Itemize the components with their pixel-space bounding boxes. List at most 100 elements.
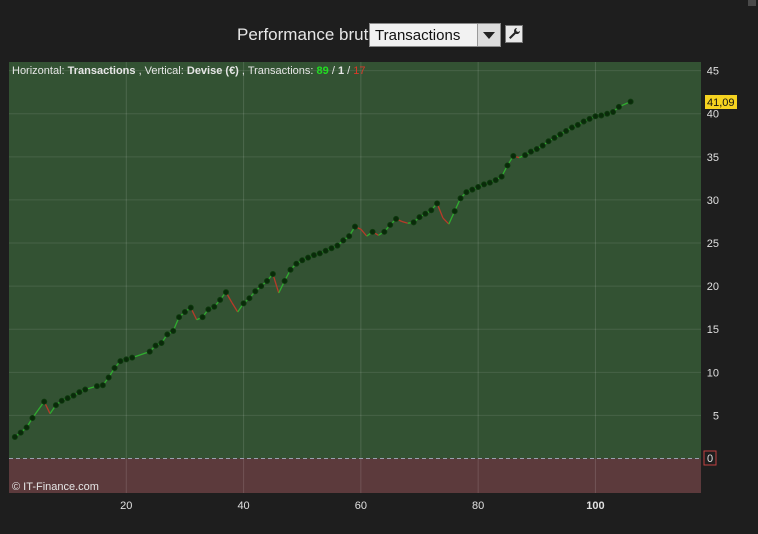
data-point — [416, 214, 423, 221]
transactions-label: , Transactions: — [242, 65, 314, 77]
data-point — [481, 181, 488, 188]
x-tick-label: 20 — [120, 500, 132, 512]
data-point — [492, 177, 499, 184]
data-point — [287, 266, 294, 273]
x-tick-label: 60 — [355, 500, 367, 512]
data-point — [316, 250, 323, 257]
data-point — [269, 271, 276, 278]
data-point — [111, 365, 118, 372]
data-point — [340, 237, 347, 244]
data-point — [305, 254, 312, 261]
data-point — [539, 142, 546, 149]
data-point — [299, 257, 306, 264]
y-tick-label: 35 — [707, 152, 719, 164]
data-point — [211, 303, 218, 310]
data-point — [152, 342, 159, 349]
data-point — [70, 392, 77, 399]
data-point — [346, 233, 353, 240]
data-point — [240, 300, 247, 307]
data-point — [586, 115, 593, 122]
data-point — [129, 354, 136, 361]
data-point — [486, 179, 493, 186]
data-point — [369, 228, 376, 235]
vertical-value: Devise (€) — [187, 65, 239, 77]
chart-info: Horizontal: Transactions , Vertical: Dev… — [12, 65, 366, 77]
data-point — [52, 402, 59, 409]
vertical-label: , Vertical: — [139, 65, 184, 77]
x-tick-label: 100 — [586, 500, 604, 512]
data-point — [422, 210, 429, 217]
data-point — [627, 98, 634, 105]
data-point — [17, 429, 24, 436]
data-point — [387, 221, 394, 228]
data-point — [310, 252, 317, 259]
data-point — [568, 124, 575, 131]
y-tick-label: 45 — [707, 66, 719, 78]
data-point — [457, 195, 464, 202]
data-point — [258, 283, 265, 290]
zero-label: 0 — [707, 453, 713, 465]
current-value-label: 41,09 — [707, 97, 735, 109]
data-point — [527, 148, 534, 155]
x-tick-label: 40 — [237, 500, 249, 512]
equity-chart: 20 40 60 80 100 51015202530354045 Horizontal… — [9, 62, 737, 512]
data-point — [93, 383, 100, 390]
data-point — [604, 110, 611, 117]
data-point — [58, 397, 65, 404]
data-point — [123, 356, 130, 363]
data-point — [451, 208, 458, 215]
data-point — [170, 327, 177, 334]
data-point — [281, 277, 288, 284]
data-point — [246, 295, 253, 302]
data-point — [469, 186, 476, 193]
data-point — [205, 306, 212, 313]
data-point — [598, 112, 605, 119]
y-tick-label: 30 — [707, 195, 719, 207]
data-point — [217, 296, 224, 303]
data-point — [351, 223, 358, 230]
horizontal-value: Transactions — [68, 65, 136, 77]
data-point — [381, 228, 388, 235]
y-tick-label: 40 — [707, 109, 719, 121]
data-point — [222, 289, 229, 296]
data-point — [615, 103, 622, 110]
data-point — [164, 331, 171, 338]
data-point — [99, 382, 106, 389]
even-count: 1 — [338, 65, 344, 77]
data-point — [199, 314, 206, 321]
data-point — [11, 433, 18, 440]
y-tick-label: 25 — [707, 238, 719, 250]
data-point — [252, 288, 259, 295]
data-point — [322, 247, 329, 254]
data-point — [264, 277, 271, 284]
y-axis: 5 10 15 20 25 30 35 40 45 — [707, 66, 719, 423]
y-tick-label: 10 — [707, 367, 719, 379]
data-point — [29, 415, 36, 422]
data-point — [498, 173, 505, 180]
y-tick-label: 15 — [707, 324, 719, 336]
y-tick-label: 20 — [707, 281, 719, 293]
data-point — [23, 424, 30, 431]
data-point — [117, 358, 124, 365]
data-point — [334, 242, 341, 249]
data-point — [463, 189, 470, 196]
data-point — [181, 308, 188, 315]
data-point — [551, 134, 558, 141]
data-point — [410, 219, 417, 226]
data-point — [580, 118, 587, 125]
data-point — [328, 245, 335, 252]
data-point — [592, 113, 599, 120]
win-count: 89 — [317, 65, 329, 77]
data-point — [158, 340, 165, 347]
data-point — [82, 386, 89, 393]
loss-count: 17 — [353, 65, 365, 77]
data-point — [176, 314, 183, 321]
data-point — [557, 131, 564, 138]
data-point — [533, 146, 540, 153]
data-point — [64, 395, 71, 402]
x-axis: 20 40 60 80 100 — [120, 500, 604, 512]
data-point — [475, 183, 482, 190]
data-point — [545, 138, 552, 145]
data-point — [105, 374, 112, 381]
data-point — [522, 152, 529, 159]
